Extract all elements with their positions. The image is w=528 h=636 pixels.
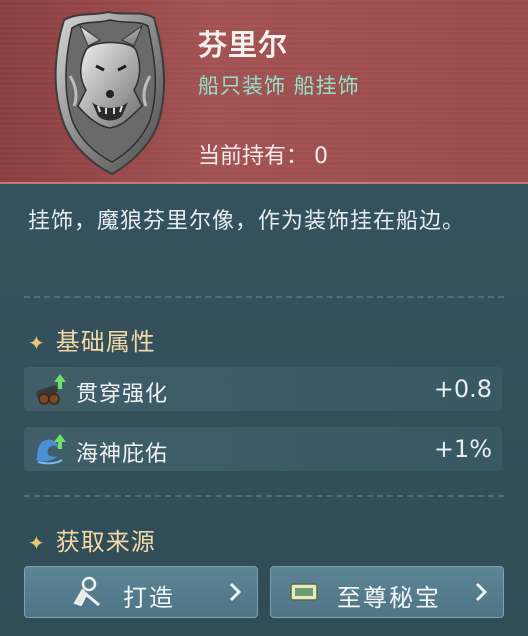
wolf-shield-emblem bbox=[54, 10, 166, 176]
attributes-title-text: 基础属性 bbox=[55, 328, 156, 356]
item-description: 挂饰，魔狼芬里尔像，作为装饰挂在船边。 bbox=[28, 209, 466, 234]
supreme-treasure-button[interactable]: 至尊秘宝 bbox=[270, 566, 504, 618]
divider bbox=[24, 495, 504, 497]
supreme-treasure-button-label: 至尊秘宝 bbox=[337, 584, 441, 612]
item-category: 船只装饰 船挂饰 bbox=[198, 74, 360, 98]
owned-label: 当前持有： bbox=[198, 144, 309, 169]
item-header: 芬里尔 船只装饰 船挂饰 当前持有： 0 bbox=[0, 0, 528, 184]
craft-button-label: 打造 bbox=[123, 584, 175, 612]
stat-value: +1% bbox=[433, 435, 492, 463]
divider bbox=[24, 296, 504, 298]
stat-value: +0.8 bbox=[433, 375, 492, 403]
attributes-section-title: ✦ 基础属性 bbox=[28, 322, 156, 357]
stat-label: 贯穿强化 bbox=[76, 382, 169, 407]
stat-row-penetration: 贯穿强化 +0.8 bbox=[24, 367, 502, 411]
chevron-right-icon bbox=[475, 582, 488, 602]
owned-value: 0 bbox=[314, 144, 329, 169]
item-detail-card: 芬里尔 船只装饰 船挂饰 当前持有： 0 挂饰，魔狼芬里尔像，作为装饰挂在船边。 … bbox=[0, 0, 528, 636]
stat-label: 海神庇佑 bbox=[76, 442, 169, 467]
item-name: 芬里尔 bbox=[198, 28, 289, 62]
craft-icon bbox=[73, 576, 100, 607]
craft-button[interactable]: 打造 bbox=[24, 566, 258, 618]
wave-upgrade-icon bbox=[36, 434, 66, 465]
ticket-icon bbox=[290, 583, 318, 601]
cannon-upgrade-icon bbox=[36, 374, 66, 405]
owned-count-row: 当前持有： 0 bbox=[198, 138, 328, 170]
sources-section-title: ✦ 获取来源 bbox=[28, 522, 156, 557]
sparkle-icon: ✦ bbox=[28, 531, 46, 555]
sparkle-icon: ✦ bbox=[28, 331, 46, 355]
stat-row-sea-blessing: 海神庇佑 +1% bbox=[24, 427, 502, 471]
chevron-right-icon bbox=[229, 582, 242, 602]
sources-title-text: 获取来源 bbox=[55, 528, 156, 556]
